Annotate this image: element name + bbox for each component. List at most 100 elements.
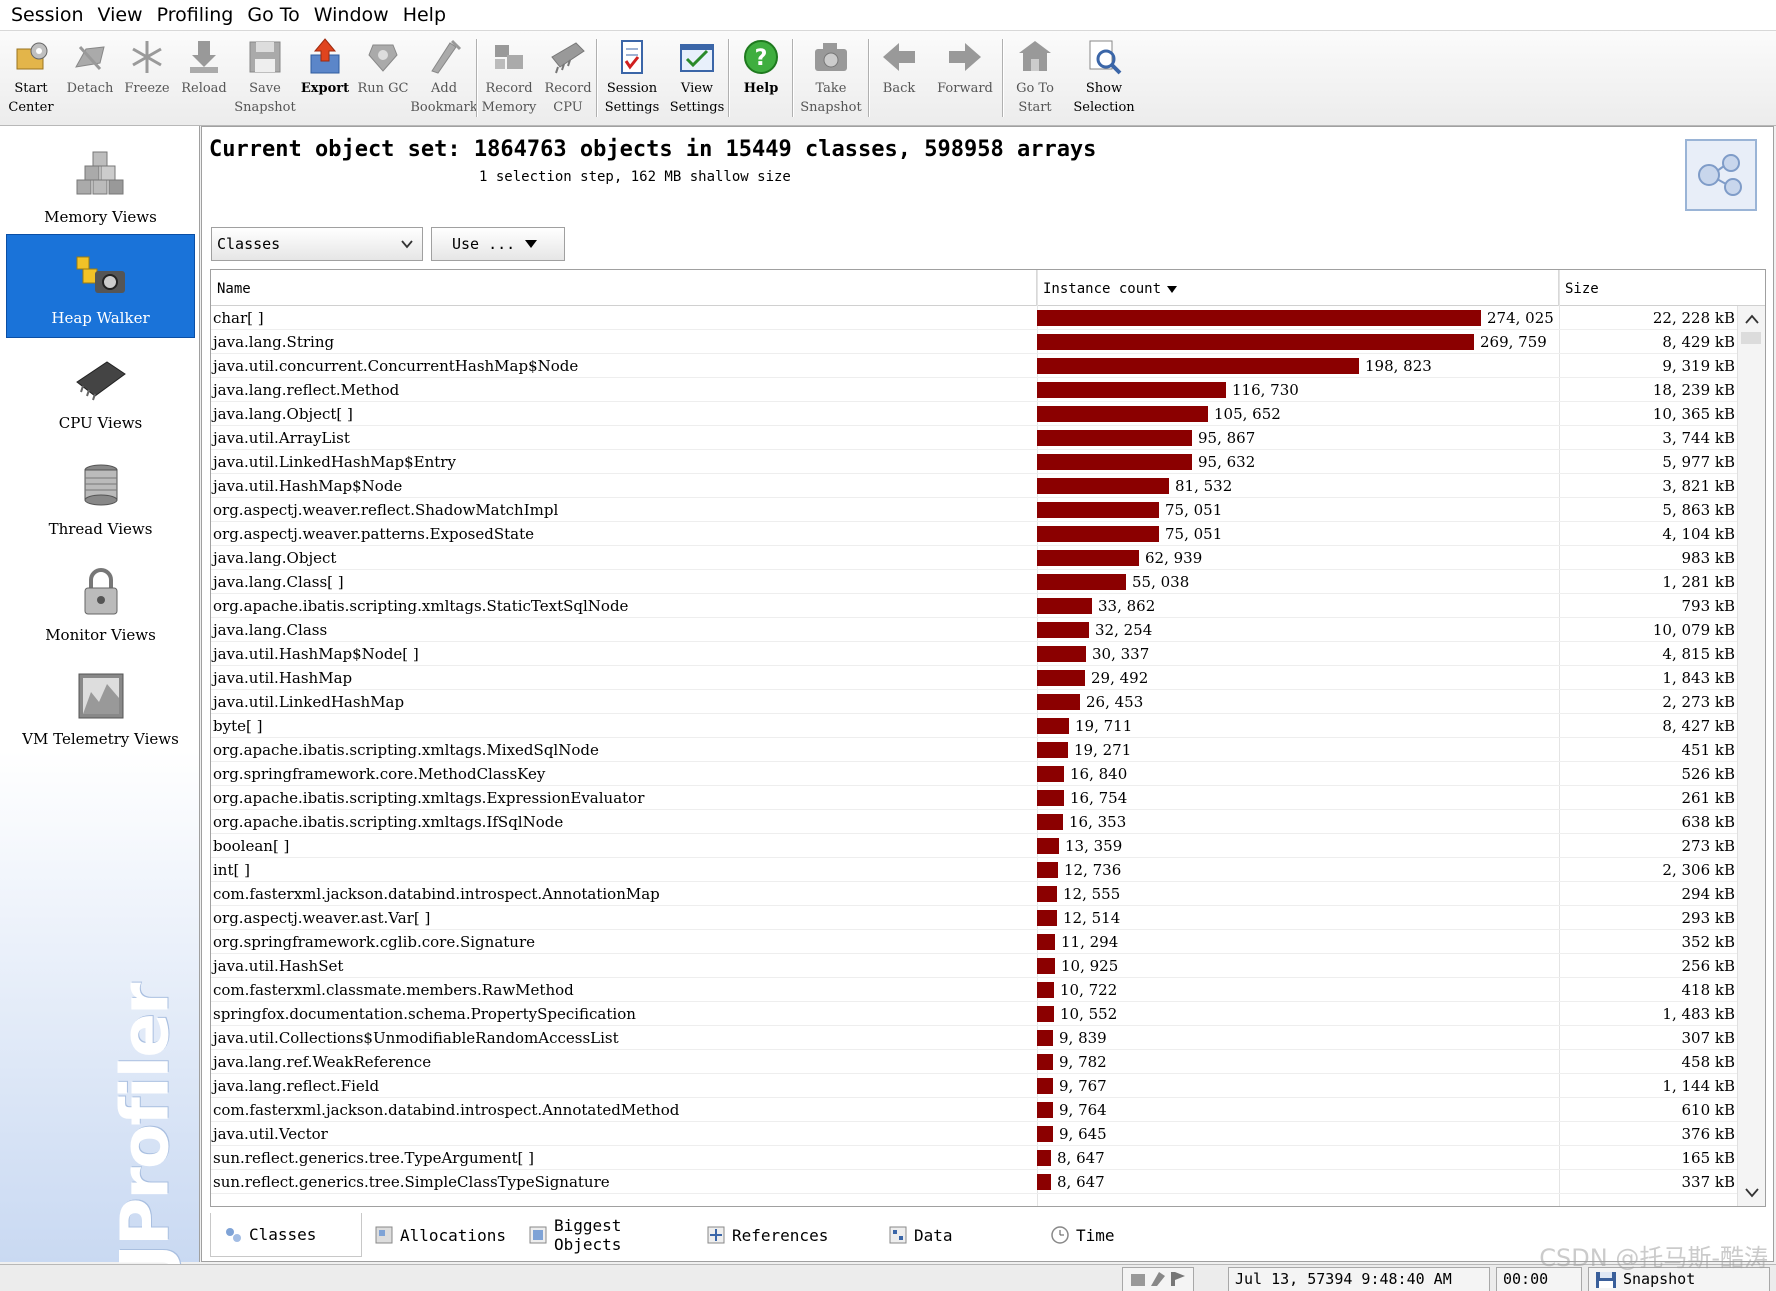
record-cpu-button[interactable]: Record CPU bbox=[540, 31, 596, 127]
size-cell: 8, 429 kB bbox=[1662, 333, 1735, 351]
table-row[interactable]: java.lang.reflect.Field 9, 767 1, 144 kB bbox=[211, 1074, 1737, 1098]
sidebar-item-cpu-views[interactable]: CPU Views bbox=[6, 338, 195, 442]
sidebar-item-monitor-views[interactable]: Monitor Views bbox=[6, 550, 195, 654]
table-row[interactable]: org.aspectj.weaver.ast.Var[ ] 12, 514 293 … bbox=[211, 906, 1737, 930]
record-memory-button[interactable]: Record Memory bbox=[478, 31, 540, 127]
vertical-scrollbar[interactable] bbox=[1737, 306, 1765, 1206]
detach-button[interactable]: Detach bbox=[60, 31, 120, 127]
add-bookmark-button[interactable]: Add Bookmark bbox=[410, 31, 478, 127]
table-row[interactable]: java.lang.Class 32, 254 10, 079 kB bbox=[211, 618, 1737, 642]
table-row[interactable]: java.lang.Object 62, 939 983 kB bbox=[211, 546, 1737, 570]
sidebar-item-thread-views[interactable]: Thread Views bbox=[6, 444, 195, 548]
instance-count-cell: 12, 736 bbox=[1037, 858, 1559, 882]
column-header-instance-count[interactable]: Instance count bbox=[1037, 270, 1559, 306]
tab-biggest-objects[interactable]: Biggest Objects bbox=[516, 1213, 694, 1257]
tab-classes[interactable]: Classes bbox=[210, 1213, 362, 1257]
instance-count-cell: 8, 647 bbox=[1037, 1170, 1559, 1194]
table-row[interactable]: com.fasterxml.jackson.databind.introspec… bbox=[211, 1098, 1737, 1122]
table-row[interactable]: org.apache.ibatis.scripting.xmltags.Mixe… bbox=[211, 738, 1737, 762]
menu-go-to[interactable]: Go To bbox=[240, 0, 306, 30]
tab-label: Data bbox=[914, 1225, 953, 1245]
table-row[interactable]: java.util.HashMap$Node[ ] 30, 337 4, 815 k… bbox=[211, 642, 1737, 666]
column-header-name[interactable]: Name bbox=[211, 270, 1037, 306]
table-row[interactable]: java.util.LinkedHashMap 26, 453 2, 273 kB bbox=[211, 690, 1737, 714]
table-row[interactable]: java.util.Collections$UnmodifiableRandom… bbox=[211, 1026, 1737, 1050]
instance-count-bar bbox=[1037, 718, 1069, 734]
table-row[interactable]: java.lang.ref.WeakReference 9, 782 458 kB bbox=[211, 1050, 1737, 1074]
column-header-size[interactable]: Size bbox=[1559, 270, 1739, 306]
table-row[interactable]: org.apache.ibatis.scripting.xmltags.Expr… bbox=[211, 786, 1737, 810]
dropdown-triangle-icon bbox=[525, 240, 538, 248]
export-button[interactable]: Export bbox=[296, 31, 354, 127]
size-cell: 165 kB bbox=[1681, 1149, 1735, 1167]
instance-count-bar bbox=[1037, 934, 1055, 950]
table-row[interactable]: com.fasterxml.jackson.databind.introspec… bbox=[211, 882, 1737, 906]
menu-help[interactable]: Help bbox=[396, 0, 453, 30]
back-button[interactable]: Back bbox=[870, 31, 928, 127]
sidebar-item-heap-walker[interactable]: Heap Walker bbox=[6, 234, 195, 338]
table-row[interactable]: org.apache.ibatis.scripting.xmltags.Stat… bbox=[211, 594, 1737, 618]
instance-count-cell: 12, 514 bbox=[1037, 906, 1559, 930]
table-row[interactable]: int[ ] 12, 736 2, 306 kB bbox=[211, 858, 1737, 882]
table-row[interactable]: org.aspectj.weaver.reflect.ShadowMatchIm… bbox=[211, 498, 1737, 522]
session-settings-button[interactable]: Session Settings bbox=[598, 31, 666, 127]
take-snapshot-button[interactable]: Take Snapshot bbox=[794, 31, 868, 127]
table-row[interactable]: com.fasterxml.classmate.members.RawMetho… bbox=[211, 978, 1737, 1002]
tab-data[interactable]: Data bbox=[876, 1213, 1038, 1257]
table-row[interactable]: java.util.LinkedHashMap$Entry 95, 632 5, 9… bbox=[211, 450, 1737, 474]
view-settings-button[interactable]: View Settings bbox=[666, 31, 728, 127]
toolbar: Start Center Detach Freeze Reload Save Snaps… bbox=[0, 30, 1776, 126]
table-row[interactable]: byte[ ] 19, 711 8, 427 kB bbox=[211, 714, 1737, 738]
use-button[interactable]: Use ... bbox=[431, 227, 565, 261]
start-center-button[interactable]: Start Center bbox=[2, 31, 60, 127]
scrollbar-thumb[interactable] bbox=[1741, 332, 1761, 344]
scroll-down-icon[interactable] bbox=[1745, 1188, 1759, 1198]
heap-walker-overview-icon[interactable] bbox=[1685, 139, 1757, 211]
instance-count-bar bbox=[1037, 862, 1058, 878]
table-row[interactable]: org.springframework.cglib.core.Signature… bbox=[211, 930, 1737, 954]
table-row[interactable]: char[ ] 274, 025 22, 228 kB bbox=[211, 306, 1737, 330]
instance-count-bar bbox=[1037, 502, 1159, 518]
table-row[interactable]: java.lang.Class[ ] 55, 038 1, 281 kB bbox=[211, 570, 1737, 594]
run-gc-button[interactable]: Run GC bbox=[354, 31, 412, 127]
table-row[interactable]: org.apache.ibatis.scripting.xmltags.IfSq… bbox=[211, 810, 1737, 834]
references-tab-icon bbox=[706, 1225, 726, 1245]
menu-view[interactable]: View bbox=[91, 0, 150, 30]
instance-count-label: 75, 051 bbox=[1165, 525, 1223, 543]
table-row[interactable]: java.util.HashMap 29, 492 1, 843 kB bbox=[211, 666, 1737, 690]
tab-allocations[interactable]: Allocations bbox=[362, 1213, 516, 1257]
size-cell: 5, 863 kB bbox=[1662, 501, 1735, 519]
save-snapshot-button[interactable]: Save Snapshot bbox=[234, 31, 296, 127]
freeze-button[interactable]: Freeze bbox=[120, 31, 174, 127]
table-row[interactable]: java.util.HashSet 10, 925 256 kB bbox=[211, 954, 1737, 978]
class-name-cell: org.springframework.core.MethodClassKey bbox=[213, 765, 546, 783]
table-row[interactable]: sun.reflect.generics.tree.SimpleClassTyp… bbox=[211, 1170, 1737, 1194]
sidebar-item-vm-telemetry-views[interactable]: VM Telemetry Views bbox=[6, 654, 195, 758]
help-button[interactable]: ? Help bbox=[730, 31, 792, 127]
heap-walker-icon bbox=[73, 251, 129, 303]
go-to-start-button[interactable]: Go To Start bbox=[1004, 31, 1066, 127]
table-row[interactable]: java.util.Vector 9, 645 376 kB bbox=[211, 1122, 1737, 1146]
reload-button[interactable]: Reload bbox=[174, 31, 234, 127]
table-row[interactable]: java.util.ArrayList 95, 867 3, 744 kB bbox=[211, 426, 1737, 450]
sidebar-item-memory-views[interactable]: Memory Views bbox=[6, 132, 195, 236]
table-row[interactable]: org.springframework.core.MethodClassKey 1… bbox=[211, 762, 1737, 786]
table-row[interactable]: org.aspectj.weaver.patterns.ExposedState… bbox=[211, 522, 1737, 546]
table-row[interactable]: boolean[ ] 13, 359 273 kB bbox=[211, 834, 1737, 858]
table-row[interactable]: java.lang.reflect.Method 116, 730 18, 239 … bbox=[211, 378, 1737, 402]
menu-session[interactable]: Session bbox=[4, 0, 91, 30]
menu-profiling[interactable]: Profiling bbox=[150, 0, 241, 30]
table-row[interactable]: springfox.documentation.schema.PropertyS… bbox=[211, 1002, 1737, 1026]
menu-window[interactable]: Window bbox=[307, 0, 396, 30]
table-row[interactable]: sun.reflect.generics.tree.TypeArgument[ … bbox=[211, 1146, 1737, 1170]
table-row[interactable]: java.lang.String 269, 759 8, 429 kB bbox=[211, 330, 1737, 354]
table-row[interactable]: java.util.HashMap$Node 81, 532 3, 821 kB bbox=[211, 474, 1737, 498]
table-row[interactable]: java.util.concurrent.ConcurrentHashMap$N… bbox=[211, 354, 1737, 378]
tab-references[interactable]: References bbox=[694, 1213, 876, 1257]
table-row[interactable]: java.lang.Object[ ] 105, 652 10, 365 kB bbox=[211, 402, 1737, 426]
scroll-up-icon[interactable] bbox=[1745, 314, 1759, 324]
view-type-select[interactable]: Classes bbox=[211, 227, 423, 261]
show-selection-button[interactable]: Show Selection bbox=[1066, 31, 1142, 127]
forward-button[interactable]: Forward bbox=[928, 31, 1002, 127]
tab-time[interactable]: Time bbox=[1038, 1213, 1178, 1257]
